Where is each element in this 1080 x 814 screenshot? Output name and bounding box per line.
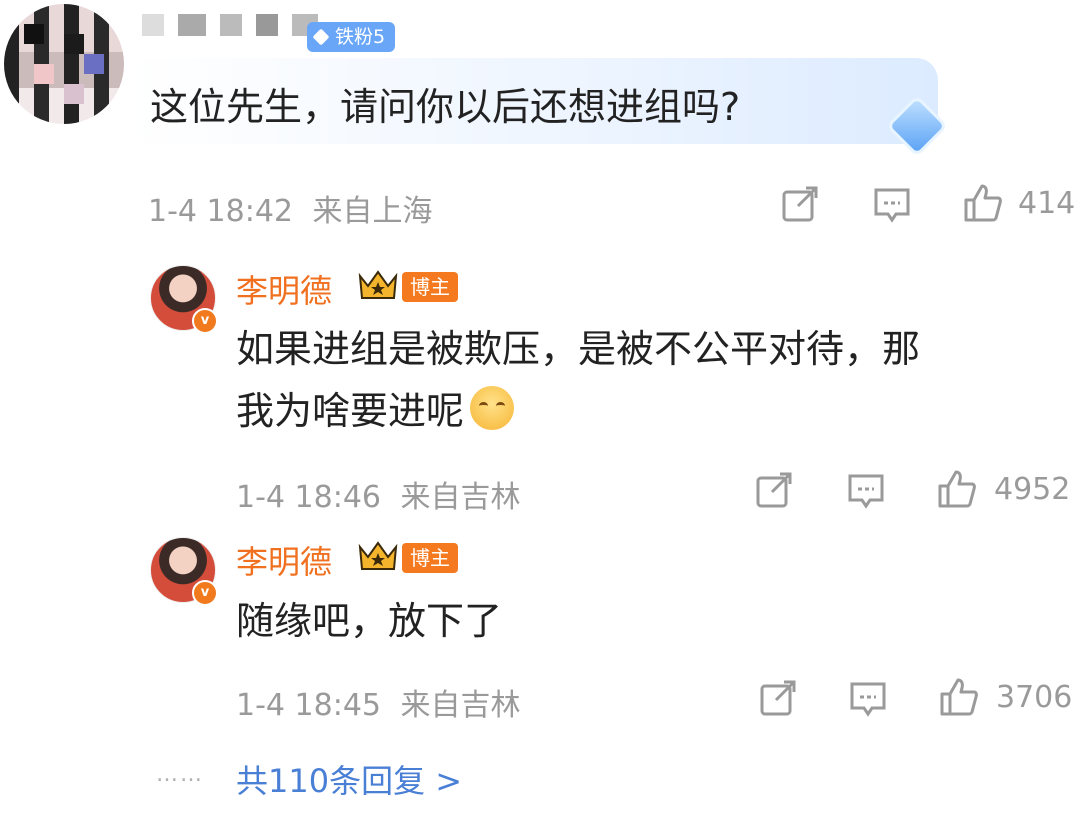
blogger-badge: 博主 — [402, 272, 458, 302]
fan-level-badge: 铁粉5 — [307, 22, 396, 52]
comment-location: 来自上海 — [312, 194, 433, 229]
reply-text: 如果进组是被欺压，是被不公平对待，那 我为啥要进呢 — [236, 318, 920, 442]
comment-text: 这位先生，请问你以后还想进组吗? — [150, 85, 741, 129]
reply-text-line: 我为啥要进呢 — [236, 380, 920, 442]
crown-icon — [358, 541, 398, 570]
comment-icon[interactable] — [872, 186, 912, 224]
like-count: 4952 — [994, 472, 1071, 507]
more-dots: …… — [156, 762, 204, 787]
reply-author-name[interactable]: 李明德 — [236, 537, 332, 583]
diamond-icon — [312, 28, 330, 46]
share-icon[interactable] — [758, 678, 798, 718]
reply-location: 来自吉林 — [400, 480, 521, 515]
crown-icon — [358, 270, 398, 299]
comment-icon[interactable] — [848, 680, 888, 718]
like-icon[interactable] — [962, 182, 1004, 224]
like-icon[interactable] — [936, 468, 978, 510]
commenter-name-masked[interactable] — [142, 14, 332, 36]
comment-icon[interactable] — [846, 472, 886, 510]
smile-emoji-icon — [470, 386, 515, 430]
verified-badge-icon: v — [192, 308, 218, 334]
verified-badge-icon: v — [192, 580, 218, 606]
like-count: 414 — [1018, 186, 1076, 221]
reply-author-name[interactable]: 李明德 — [236, 266, 332, 312]
reply-meta: 1-4 18:45 来自吉林 — [236, 680, 521, 724]
reply-text: 随缘吧，放下了 — [236, 599, 503, 643]
comment-meta: 1-4 18:42 来自上海 — [148, 186, 433, 230]
comment-time: 1-4 18:42 — [148, 194, 293, 229]
reply-meta: 1-4 18:46 来自吉林 — [236, 472, 521, 516]
reply-time: 1-4 18:46 — [236, 480, 381, 515]
reply-time: 1-4 18:45 — [236, 688, 381, 723]
reply-text-line: 如果进组是被欺压，是被不公平对待，那 — [236, 327, 921, 371]
share-icon[interactable] — [780, 184, 820, 224]
like-count: 3706 — [996, 680, 1073, 715]
reply-location: 来自吉林 — [400, 688, 521, 723]
commenter-avatar[interactable] — [4, 4, 124, 124]
view-more-replies-link[interactable]: 共110条回复 > — [236, 756, 462, 802]
blogger-badge: 博主 — [402, 543, 458, 573]
like-icon[interactable] — [938, 676, 980, 718]
share-icon[interactable] — [754, 470, 794, 510]
